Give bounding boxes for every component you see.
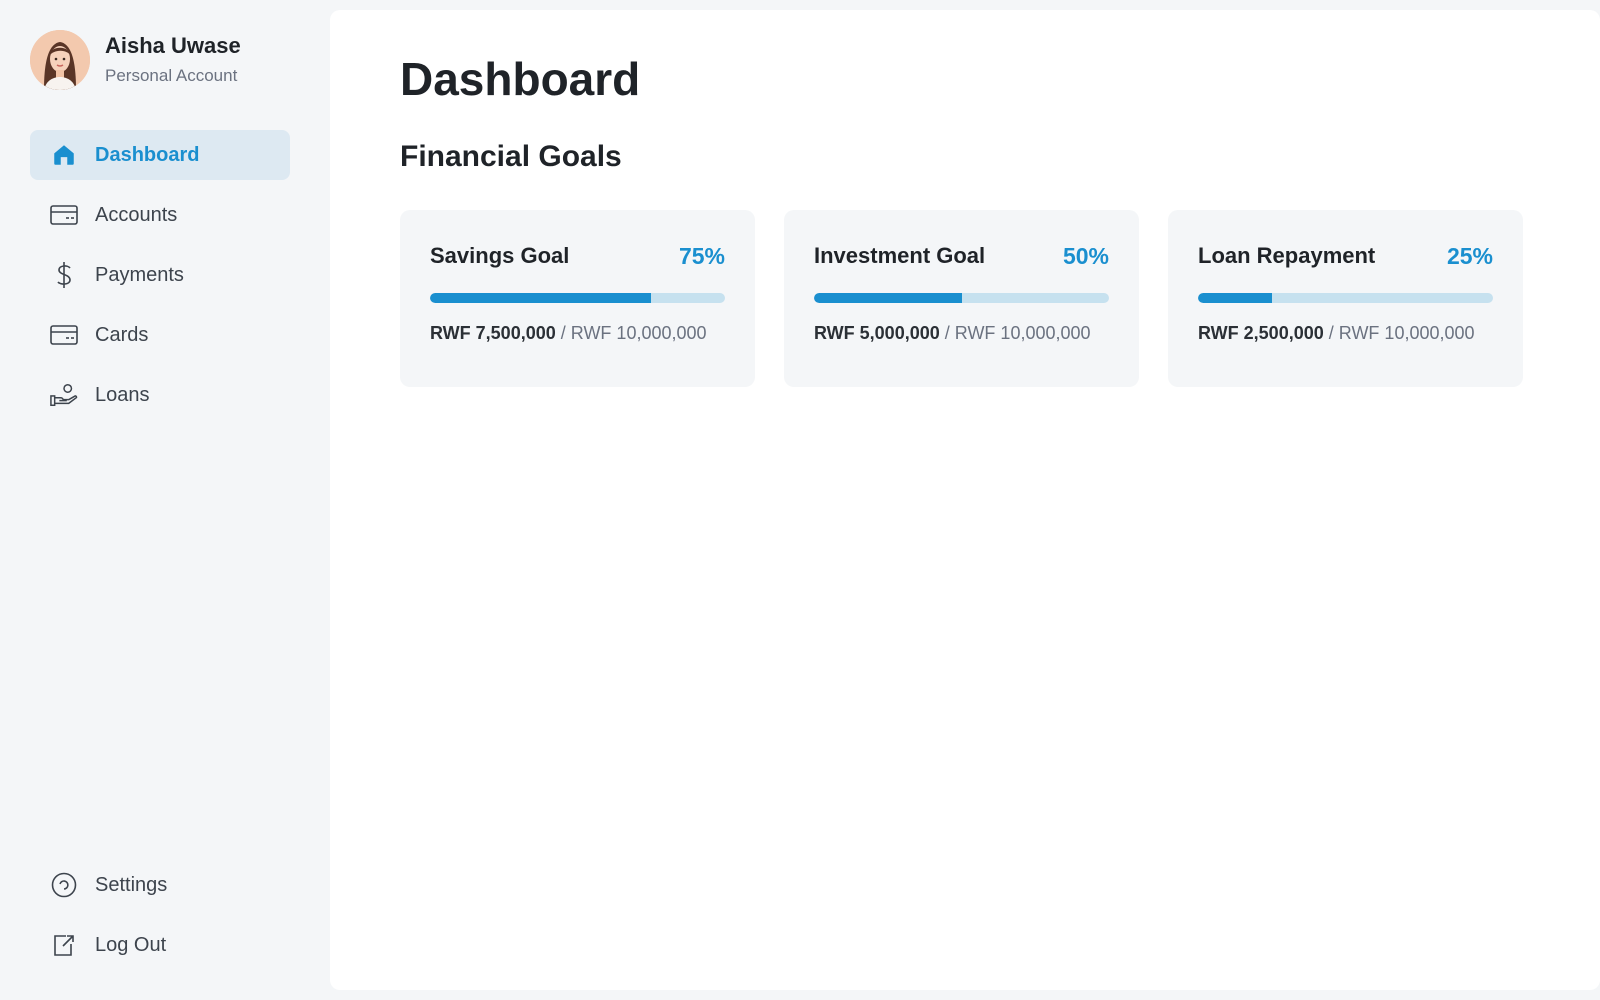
- goal-cards: Savings Goal 75% RWF 7,500,000 / RWF 10,…: [400, 210, 1523, 387]
- goal-amount: RWF 2,500,000 / RWF 10,000,000: [1198, 323, 1493, 344]
- avatar: [30, 30, 90, 90]
- nav-item-cards[interactable]: Cards: [30, 310, 290, 360]
- dollar-icon: [50, 261, 78, 289]
- nav-item-label: Settings: [95, 873, 168, 896]
- settings-icon: [50, 871, 78, 899]
- sidebar: Aisha Uwase Personal Account Dashboard A…: [0, 0, 320, 1000]
- profile-account-type: Personal Account: [105, 66, 238, 85]
- page-title: Dashboard: [400, 53, 641, 105]
- card-icon: [50, 201, 78, 229]
- goal-progress-bar: [1198, 293, 1493, 303]
- goal-progress-fill: [814, 293, 962, 303]
- goal-progress-fill: [1198, 293, 1272, 303]
- goal-title: Investment Goal: [814, 243, 986, 268]
- nav-item-settings[interactable]: Settings: [30, 860, 290, 910]
- profile-name: Aisha Uwase: [105, 33, 241, 58]
- goal-card-header: Investment Goal 50%: [814, 240, 1109, 272]
- nav-item-accounts[interactable]: Accounts: [30, 190, 290, 240]
- goal-amount: RWF 5,000,000 / RWF 10,000,000: [814, 323, 1109, 344]
- goal-card-loan-repayment[interactable]: Loan Repayment 25% RWF 2,500,000 / RWF 1…: [1168, 210, 1523, 387]
- goal-card-investment[interactable]: Investment Goal 50% RWF 5,000,000 / RWF …: [784, 210, 1139, 387]
- goal-current-amount: RWF 7,500,000: [430, 323, 556, 343]
- goal-card-header: Savings Goal 75%: [430, 240, 725, 272]
- user-profile[interactable]: Aisha Uwase Personal Account: [30, 30, 241, 90]
- main-content: Dashboard Financial Goals Savings Goal 7…: [330, 10, 1600, 990]
- card-icon: [50, 321, 78, 349]
- goal-title: Savings Goal: [430, 243, 570, 268]
- nav-item-label: Log Out: [95, 933, 167, 956]
- goal-progress-fill: [430, 293, 652, 303]
- goal-target-amount: / RWF 10,000,000: [1328, 323, 1475, 343]
- goal-progress-bar: [430, 293, 725, 303]
- goal-current-amount: RWF 2,500,000: [1198, 323, 1324, 343]
- nav-item-payments[interactable]: Payments: [30, 250, 290, 300]
- nav-item-loans[interactable]: Loans: [30, 370, 290, 420]
- section-title: Financial Goals: [400, 140, 622, 173]
- goal-current-amount: RWF 5,000,000: [814, 323, 940, 343]
- goal-percent: 75%: [678, 242, 725, 269]
- goal-amount: RWF 7,500,000 / RWF 10,000,000: [430, 323, 725, 344]
- bottom-nav: Settings Log Out: [30, 860, 290, 980]
- hand-coin-icon: [50, 381, 78, 409]
- goal-card-savings[interactable]: Savings Goal 75% RWF 7,500,000 / RWF 10,…: [400, 210, 755, 387]
- main-nav: Dashboard Accounts Payments Cards Loans: [30, 130, 290, 430]
- goal-target-amount: / RWF 10,000,000: [944, 323, 1091, 343]
- nav-item-label: Loans: [95, 383, 150, 406]
- nav-item-logout[interactable]: Log Out: [30, 920, 290, 970]
- logout-icon: [50, 931, 78, 959]
- nav-item-label: Dashboard: [95, 143, 200, 166]
- goal-title: Loan Repayment: [1198, 243, 1376, 268]
- home-icon: [50, 141, 78, 169]
- nav-item-label: Cards: [95, 323, 149, 346]
- app-root: Aisha Uwase Personal Account Dashboard A…: [0, 0, 1600, 1000]
- goal-target-amount: / RWF 10,000,000: [560, 323, 707, 343]
- nav-item-dashboard[interactable]: Dashboard: [30, 130, 290, 180]
- goal-percent: 50%: [1062, 242, 1109, 269]
- nav-item-label: Payments: [95, 263, 184, 286]
- goal-progress-bar: [814, 293, 1109, 303]
- goal-card-header: Loan Repayment 25%: [1198, 240, 1493, 272]
- profile-text: Aisha Uwase Personal Account: [105, 32, 241, 88]
- goal-percent: 25%: [1446, 242, 1493, 269]
- nav-item-label: Accounts: [95, 203, 178, 226]
